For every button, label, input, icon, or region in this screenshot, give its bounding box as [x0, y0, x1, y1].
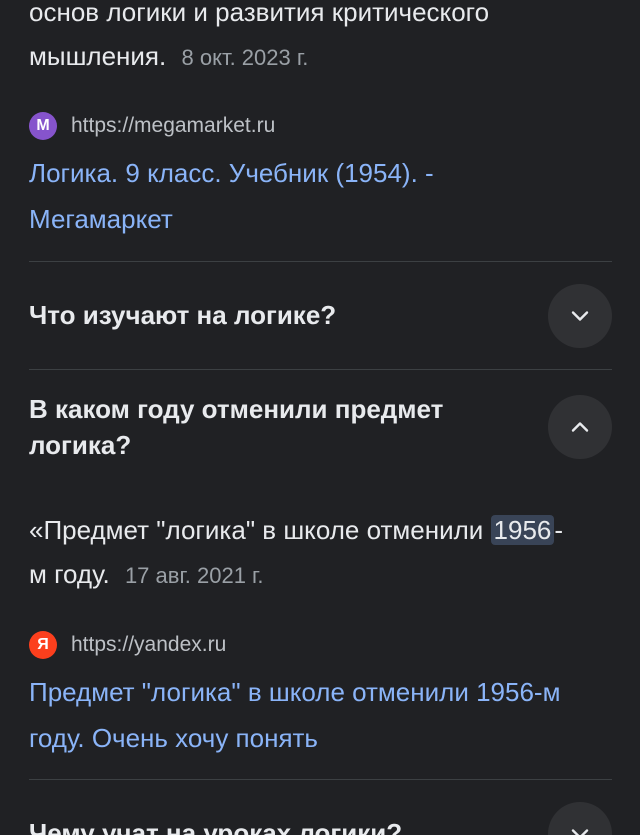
- answer-line: м году. 17 авг. 2021 г.: [29, 552, 614, 598]
- question-what-taught[interactable]: Чему учат на уроках логики?: [29, 815, 499, 835]
- question-what-studied[interactable]: Что изучают на логике?: [29, 297, 499, 333]
- answer-text: «Предмет "логика" в школе отменили: [29, 515, 484, 545]
- answer-text: мышления.: [29, 41, 167, 71]
- source-row-yandex[interactable]: Я https://yandex.ru: [29, 630, 226, 660]
- answer-date: 8 окт. 2023 г.: [181, 45, 309, 70]
- answer-line: мышления. 8 окт. 2023 г.: [29, 34, 614, 80]
- collapse-button[interactable]: [548, 395, 612, 459]
- result-link-line: Мегамаркет: [29, 204, 173, 234]
- answer-date: 17 авг. 2021 г.: [124, 563, 264, 588]
- megamarket-favicon-icon: M: [29, 112, 57, 140]
- divider: [29, 369, 612, 370]
- result-link-line: году. Очень хочу понять: [29, 723, 318, 753]
- source-url: https://megamarket.ru: [71, 114, 276, 137]
- answer-line: основ логики и развития критического: [29, 0, 490, 27]
- search-results-page: основ логики и развития критического мыш…: [0, 0, 640, 835]
- answer-text: м году.: [29, 559, 110, 589]
- answer-line: «Предмет "логика" в школе отменили 1956-: [29, 508, 614, 552]
- result-link-yandex[interactable]: Предмет "логика" в школе отменили 1956-м…: [29, 669, 619, 761]
- chevron-down-icon: [571, 829, 589, 835]
- source-url: https://yandex.ru: [71, 633, 227, 656]
- expand-button[interactable]: [548, 284, 612, 348]
- chevron-up-icon: [571, 422, 589, 432]
- divider: [29, 779, 612, 780]
- answer-text: -: [554, 515, 564, 545]
- question-year-cancelled[interactable]: В каком году отменили предмет логика?: [29, 391, 499, 463]
- result-link-megamarket[interactable]: Логика. 9 класс. Учебник (1954). - Мегам…: [29, 150, 619, 242]
- result-link-line: Предмет "логика" в школе отменили 1956-м: [29, 677, 561, 707]
- highlighted-year: 1956: [490, 515, 555, 545]
- result-link-line: Логика. 9 класс. Учебник (1954). -: [29, 158, 434, 188]
- answer-snippet-2: «Предмет "логика" в школе отменили 1956-…: [29, 508, 614, 598]
- yandex-favicon-icon: Я: [29, 631, 57, 659]
- chevron-down-icon: [571, 311, 589, 321]
- answer-snippet-1: основ логики и развития критического мыш…: [29, 0, 614, 80]
- expand-button[interactable]: [548, 802, 612, 835]
- source-row-megamarket[interactable]: M https://megamarket.ru: [29, 111, 275, 141]
- divider: [29, 261, 612, 262]
